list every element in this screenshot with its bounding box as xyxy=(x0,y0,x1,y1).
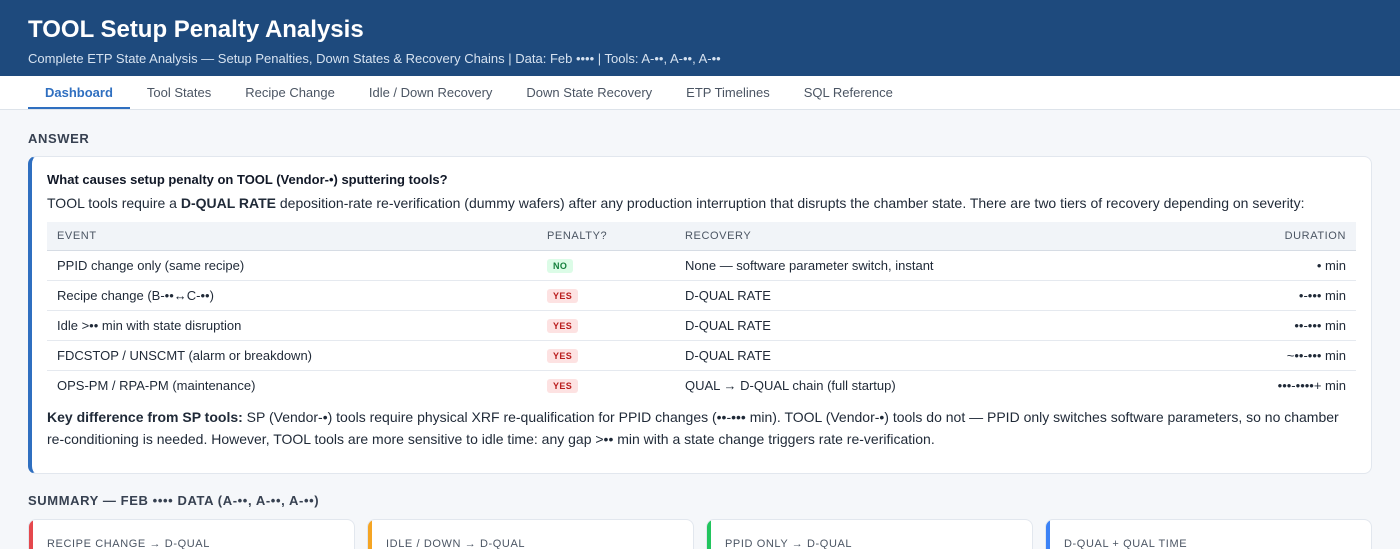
tab-bar: Dashboard Tool States Recipe Change Idle… xyxy=(0,76,1400,110)
table-row: PPID change only (same recipe) NO None —… xyxy=(47,250,1356,281)
intro-text-post: deposition-rate re-verification (dummy w… xyxy=(276,195,1305,211)
cell-event: Recipe change (B-••↔C-••) xyxy=(47,280,537,311)
cell-duration: •-••• min xyxy=(1187,280,1356,311)
cell-penalty: YES xyxy=(537,280,675,311)
intro-text-bold: D-QUAL RATE xyxy=(180,195,276,211)
cell-event: Idle >•• min with state disruption xyxy=(47,310,537,341)
tab-recipe-change[interactable]: Recipe Change xyxy=(228,76,352,109)
table-header-row: EVENT PENALTY? RECOVERY DURATION xyxy=(47,222,1356,251)
main-content: ANSWER What causes setup penalty on TOOL… xyxy=(0,131,1400,549)
col-duration: DURATION xyxy=(1187,222,1356,251)
cell-recovery: D-QUAL RATE xyxy=(675,310,1188,341)
col-event: EVENT xyxy=(47,222,537,251)
key-difference-note: Key difference from SP tools: SP (Vendor… xyxy=(47,406,1356,450)
col-recovery: RECOVERY xyxy=(675,222,1188,251)
tab-down-state-recovery[interactable]: Down State Recovery xyxy=(509,76,669,109)
summary-card-dqual-qual-time: D-QUAL + QUAL TIME xyxy=(1045,519,1372,549)
summary-card-recipe-change: RECIPE CHANGE → D-QUAL xyxy=(28,519,355,549)
table-row: Idle >•• min with state disruption YES D… xyxy=(47,310,1356,341)
cell-duration: ••-••• min xyxy=(1187,310,1356,341)
summary-card-ppid-only: PPID ONLY → D-QUAL xyxy=(706,519,1033,549)
penalty-badge: YES xyxy=(547,319,579,333)
intro-text-pre: TOOL tools require a xyxy=(47,195,181,211)
card-label: RECIPE CHANGE → D-QUAL xyxy=(47,538,210,549)
cell-event: FDCSTOP / UNSCMT (alarm or breakdown) xyxy=(47,340,537,371)
cell-recovery: D-QUAL RATE xyxy=(675,340,1188,371)
page-header: TOOL Setup Penalty Analysis Complete ETP… xyxy=(0,0,1400,76)
cell-recovery: QUAL → D-QUAL chain (full startup) xyxy=(685,377,896,393)
summary-section-title: SUMMARY — FEB •••• DATA (A-••, A-••, A-•… xyxy=(28,493,320,508)
answer-card: What causes setup penalty on TOOL (Vendo… xyxy=(28,156,1372,474)
penalty-badge: NO xyxy=(547,259,574,273)
card-label: D-QUAL + QUAL TIME xyxy=(1064,538,1188,549)
card-label: PPID ONLY → D-QUAL xyxy=(725,538,853,549)
cell-duration: ~••-••• min xyxy=(1187,340,1356,371)
table-row: Recipe change (B-••↔C-••) YES D-QUAL RAT… xyxy=(47,280,1356,311)
page-subtitle: Complete ETP State Analysis — Setup Pena… xyxy=(28,51,721,66)
summary-cards: RECIPE CHANGE → D-QUAL IDLE / DOWN → D-Q… xyxy=(28,519,1372,549)
key-difference-label: Key difference from SP tools: xyxy=(47,409,243,425)
penalty-badge: YES xyxy=(547,379,579,394)
card-accent-bar xyxy=(368,520,372,549)
tab-tool-states[interactable]: Tool States xyxy=(130,76,228,109)
cell-duration: • min xyxy=(1187,250,1356,281)
table-row: OPS-PM / RPA-PM (maintenance) YES QUAL →… xyxy=(47,370,1356,400)
cell-penalty: YES xyxy=(537,340,675,371)
cell-event: PPID change only (same recipe) xyxy=(47,250,537,281)
answer-section-title: ANSWER xyxy=(28,131,90,146)
tab-sql-reference[interactable]: SQL Reference xyxy=(787,76,910,109)
cell-recovery: None — software parameter switch, instan… xyxy=(675,250,1188,281)
answer-intro: TOOL tools require a D-QUAL RATE deposit… xyxy=(47,195,1356,211)
card-accent-bar xyxy=(707,520,711,549)
table-row: FDCSTOP / UNSCMT (alarm or breakdown) YE… xyxy=(47,340,1356,371)
tab-idle-down-recovery[interactable]: Idle / Down Recovery xyxy=(352,76,510,109)
penalty-badge: YES xyxy=(547,349,579,363)
tab-etp-timelines[interactable]: ETP Timelines xyxy=(669,76,787,109)
cell-penalty: YES xyxy=(537,370,675,400)
cell-duration: •••-••••+ min xyxy=(1277,377,1346,393)
cell-recovery: D-QUAL RATE xyxy=(675,280,1188,311)
cell-penalty: NO xyxy=(537,250,675,281)
card-accent-bar xyxy=(29,520,33,549)
penalty-table: EVENT PENALTY? RECOVERY DURATION PPID ch… xyxy=(47,222,1356,400)
cell-event: OPS-PM / RPA-PM (maintenance) xyxy=(57,377,256,393)
col-penalty: PENALTY? xyxy=(537,222,675,251)
page-title: TOOL Setup Penalty Analysis xyxy=(28,16,364,43)
answer-question: What causes setup penalty on TOOL (Vendo… xyxy=(47,172,448,187)
card-label: IDLE / DOWN → D-QUAL xyxy=(386,538,526,549)
card-accent-bar xyxy=(1046,520,1050,549)
tab-dashboard[interactable]: Dashboard xyxy=(28,76,130,109)
summary-card-idle-down: IDLE / DOWN → D-QUAL xyxy=(367,519,694,549)
penalty-badge: YES xyxy=(547,289,579,303)
cell-penalty: YES xyxy=(537,310,675,341)
